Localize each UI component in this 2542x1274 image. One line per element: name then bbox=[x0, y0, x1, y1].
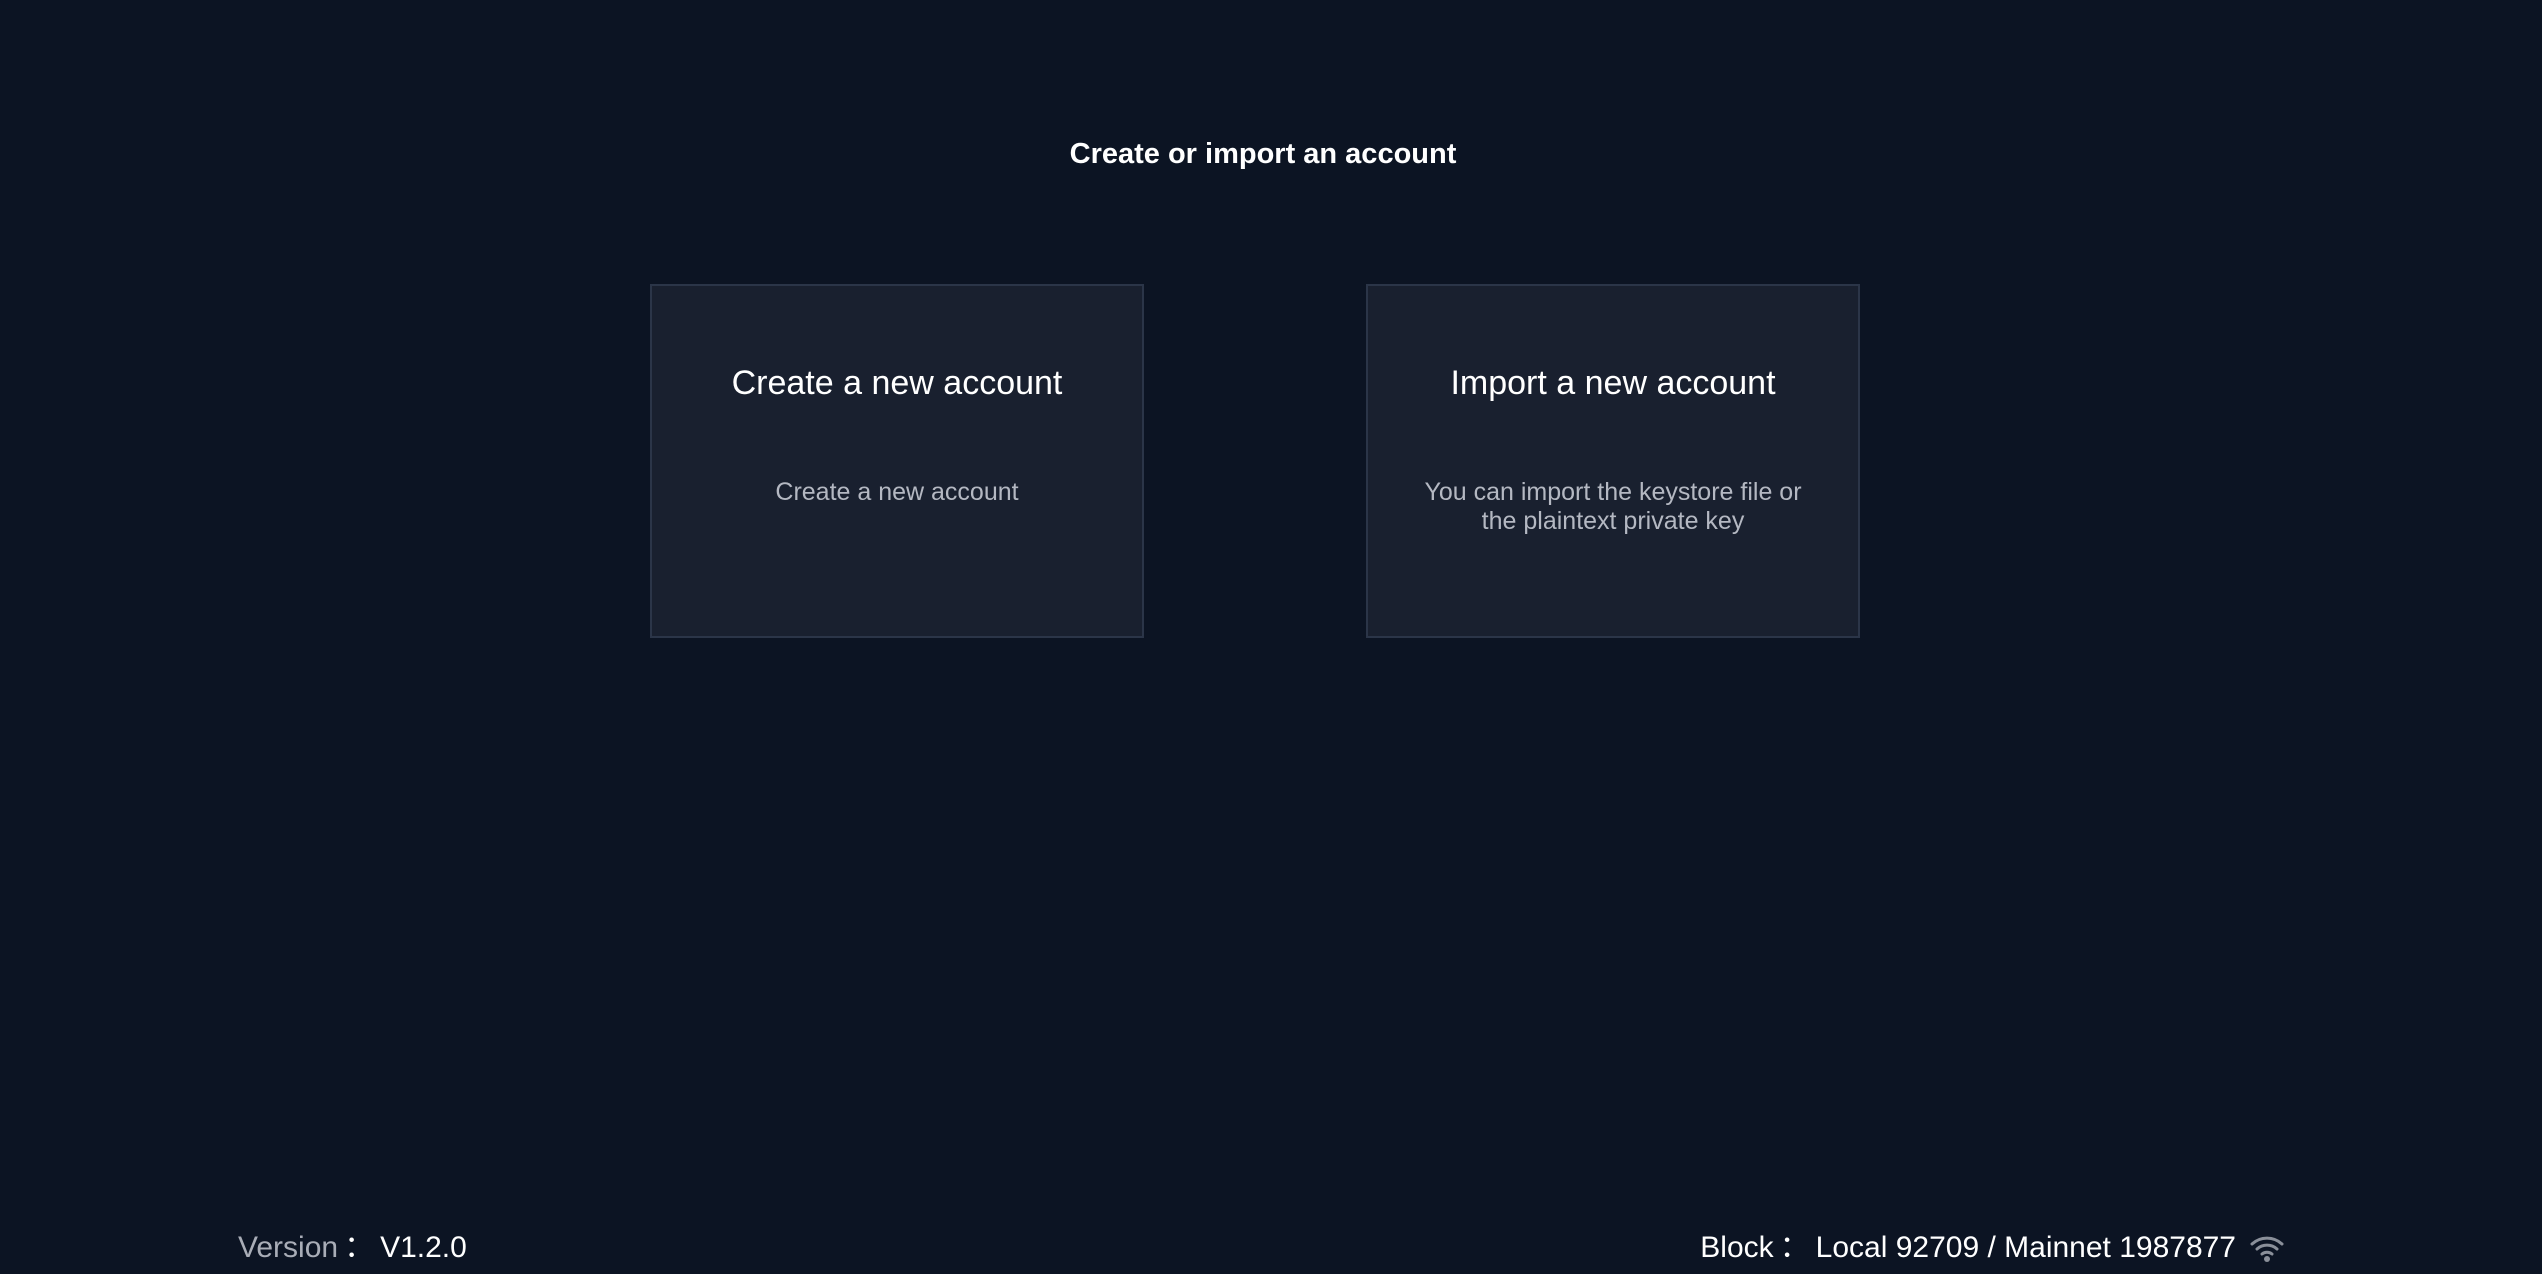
create-account-card[interactable]: Create a new account Create a new accoun… bbox=[650, 284, 1144, 638]
version-info: Version： V1.2.0 bbox=[238, 1228, 467, 1268]
import-account-title: Import a new account bbox=[1450, 364, 1776, 402]
block-value: Local 92709 / Mainnet 1987877 bbox=[1815, 1231, 2236, 1264]
create-account-description: Create a new account bbox=[775, 478, 1019, 506]
wifi-icon bbox=[2250, 1233, 2284, 1263]
import-account-description: You can import the keystore file or the … bbox=[1424, 478, 1802, 535]
version-value: V1.2.0 bbox=[380, 1231, 467, 1264]
import-account-card[interactable]: Import a new account You can import the … bbox=[1366, 284, 1860, 638]
page-title: Create or import an account bbox=[1069, 138, 1457, 170]
block-separator: ： bbox=[1779, 1231, 1810, 1264]
version-label: Version bbox=[238, 1231, 339, 1264]
account-setup-page: Create or import an account Create a new… bbox=[0, 0, 2542, 1274]
block-label: Block bbox=[1700, 1231, 1774, 1264]
create-account-title: Create a new account bbox=[731, 364, 1063, 402]
version-separator: ： bbox=[344, 1231, 375, 1264]
block-info: Block： Local 92709 / Mainnet 1987877 bbox=[1700, 1228, 2284, 1268]
